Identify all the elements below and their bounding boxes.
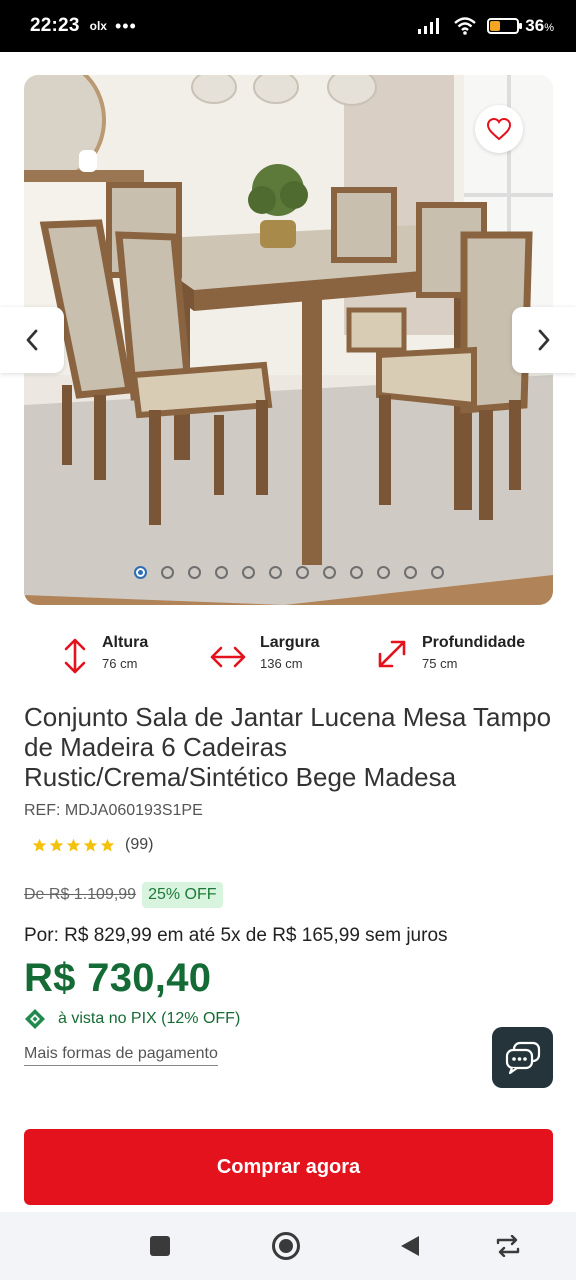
battery-indicator: 36% xyxy=(487,16,554,36)
carousel-dot[interactable] xyxy=(133,566,147,579)
circle-home-icon xyxy=(272,1232,300,1260)
diagonal-arrows-icon xyxy=(378,640,406,668)
heart-icon xyxy=(486,117,512,141)
back-triangle-icon xyxy=(401,1236,419,1256)
chevron-right-icon xyxy=(538,329,550,351)
rating-count: (99) xyxy=(125,836,154,853)
star-icon xyxy=(66,838,81,851)
battery-unit: % xyxy=(544,22,554,34)
old-price: De R$ 1.109,99 xyxy=(24,886,137,903)
home-button[interactable] xyxy=(270,1230,302,1262)
dimension-value: 136 cm xyxy=(260,656,303,671)
status-time: 22:23 xyxy=(30,15,80,36)
buy-now-button[interactable]: Comprar agora xyxy=(24,1129,553,1205)
discount-badge: 25% OFF xyxy=(142,882,223,908)
dimension-value: 75 cm xyxy=(422,656,458,671)
rotate-icon xyxy=(496,1235,520,1257)
system-navigation-bar xyxy=(0,1212,576,1280)
carousel-dot[interactable] xyxy=(160,566,174,579)
carousel-dot[interactable] xyxy=(295,566,309,579)
old-price-row: De R$ 1.109,99 25% OFF xyxy=(24,882,223,908)
previous-image-button[interactable] xyxy=(0,307,64,373)
product-title: Conjunto Sala de Jantar Lucena Mesa Tamp… xyxy=(24,702,552,792)
carousel-dot[interactable] xyxy=(268,566,282,579)
dimension-width: Largura 136 cm xyxy=(210,632,320,671)
carousel-dot[interactable] xyxy=(187,566,201,579)
product-rating[interactable]: (99) xyxy=(32,836,153,854)
carousel-dot[interactable] xyxy=(430,566,444,579)
product-ref: REF: MDJA060193S1PE xyxy=(24,802,203,819)
installment-price: Por: R$ 829,99 em até 5x de R$ 165,99 se… xyxy=(24,925,448,946)
pix-text: à vista no PIX (12% OFF) xyxy=(58,1010,241,1027)
chat-button[interactable] xyxy=(492,1027,553,1088)
carousel-dot[interactable] xyxy=(214,566,228,579)
chat-bubbles-icon xyxy=(505,1041,540,1074)
carousel-dot[interactable] xyxy=(322,566,336,579)
star-icon xyxy=(100,838,115,851)
vertical-arrows-icon xyxy=(64,638,86,674)
carousel-dot[interactable] xyxy=(403,566,417,579)
carousel-dot[interactable] xyxy=(376,566,390,579)
dimension-height: Altura 76 cm xyxy=(62,632,148,674)
star-icon xyxy=(83,838,98,851)
star-icon xyxy=(32,838,47,851)
product-photo xyxy=(24,75,553,605)
pix-icon xyxy=(25,1009,45,1029)
battery-percent: 36 xyxy=(525,16,545,35)
dimension-label: Altura xyxy=(102,634,149,651)
dimension-label: Largura xyxy=(260,634,320,651)
square-icon xyxy=(150,1236,170,1256)
pix-price: R$ 730,40 xyxy=(24,956,212,1000)
next-image-button[interactable] xyxy=(512,307,576,373)
dimension-depth: Profundidade 75 cm xyxy=(376,632,525,671)
more-payment-link[interactable]: Mais formas de pagamento xyxy=(24,1045,218,1066)
carousel-dot[interactable] xyxy=(241,566,255,579)
more-notifications-icon: ••• xyxy=(114,15,137,36)
chevron-left-icon xyxy=(26,329,38,351)
status-bar: 22:23 olx ••• 36% xyxy=(0,0,576,52)
rating-stars xyxy=(32,838,115,853)
dimension-label: Profundidade xyxy=(422,634,526,651)
recent-apps-button[interactable] xyxy=(144,1230,176,1262)
favorite-button[interactable] xyxy=(475,105,523,153)
battery-icon xyxy=(487,18,523,34)
dimensions-row: Altura 76 cm Largura 136 cm Profundidade… xyxy=(24,632,553,682)
signal-icon xyxy=(418,18,440,34)
horizontal-arrows-icon xyxy=(210,646,246,668)
olx-notification-icon: olx xyxy=(89,19,107,33)
product-image-carousel[interactable] xyxy=(24,75,553,605)
wifi-icon xyxy=(454,17,477,35)
star-icon xyxy=(49,838,64,851)
pix-info: à vista no PIX (12% OFF) xyxy=(24,1008,240,1030)
carousel-dot[interactable] xyxy=(349,566,363,579)
dimension-value: 76 cm xyxy=(102,656,138,671)
back-button[interactable] xyxy=(394,1230,426,1262)
carousel-pagination xyxy=(24,566,553,579)
rotate-screen-button[interactable] xyxy=(492,1230,524,1262)
